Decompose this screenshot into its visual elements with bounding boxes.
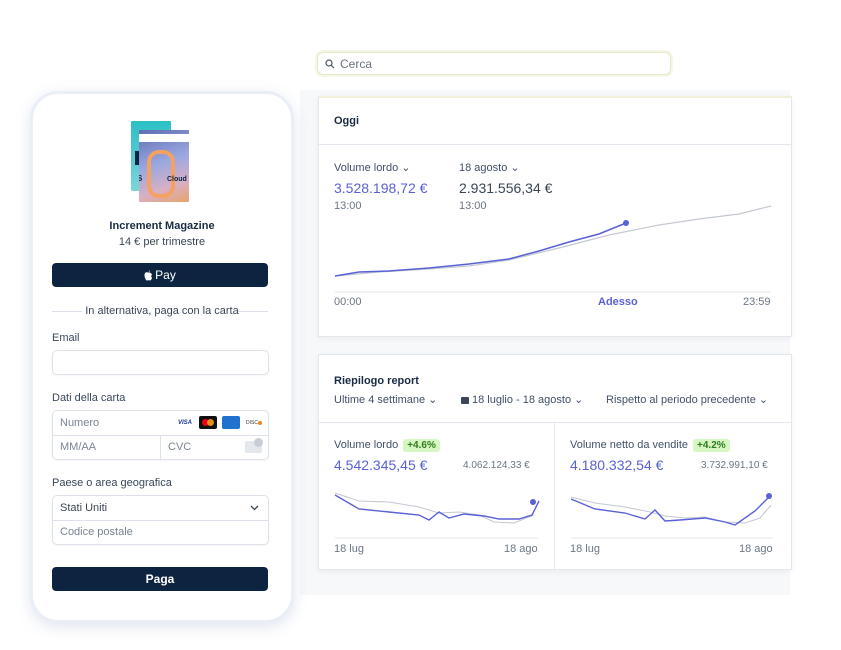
now-point bbox=[623, 220, 629, 226]
date-range-filter[interactable]: 18 luglio - 18 agosto ⌄ bbox=[461, 393, 583, 406]
chevron-down-icon: ⌄ bbox=[758, 394, 769, 406]
product-name: Increment Magazine bbox=[109, 220, 215, 232]
pay-button[interactable]: Paga bbox=[52, 567, 268, 591]
card-label: Dati della carta bbox=[52, 392, 126, 404]
net-sparkline bbox=[570, 493, 773, 539]
chevron-down-icon: ⌄ bbox=[401, 162, 411, 174]
axis-end-label: 23:59 bbox=[743, 296, 771, 308]
visa-icon: VISA bbox=[177, 419, 192, 426]
apple-pay-label: Pay bbox=[155, 268, 176, 282]
today-card: Oggi Volume lordo ⌄ 3.528.198,72 € 13:00… bbox=[318, 96, 792, 337]
cover-word-cloud: Cloud bbox=[167, 176, 187, 183]
country-label: Paese o area geografica bbox=[52, 477, 172, 489]
divider bbox=[319, 422, 791, 423]
panel-gross-value: 4.542.345,45 € bbox=[334, 457, 428, 473]
cover-word-s: S bbox=[139, 174, 143, 183]
email-label: Email bbox=[52, 332, 80, 344]
card-number-input[interactable]: Numero bbox=[60, 417, 99, 429]
divider-line-right bbox=[238, 311, 268, 312]
metric-selector-gross[interactable]: Volume lordo ⌄ bbox=[334, 161, 411, 174]
card-fields: Numero VISA DISC MM/AA CVC bbox=[52, 410, 269, 460]
compare-line bbox=[334, 205, 772, 277]
apple-pay-button[interactable]: Pay bbox=[52, 263, 268, 287]
panel-gross-x-start: 18 lug bbox=[334, 543, 364, 555]
report-summary-card: Riepilogo report Ultime 4 settimane ⌄ 18… bbox=[318, 354, 792, 570]
growth-badge: +4.6% bbox=[403, 439, 440, 452]
email-field[interactable] bbox=[52, 350, 269, 375]
compare-value: 2.931.556,34 € bbox=[459, 180, 553, 196]
panel-net-label: Volume netto da vendite +4.2% bbox=[570, 439, 730, 452]
checkout-phone: S Cloud Increment Magazine 14 € per trim… bbox=[30, 91, 294, 623]
postal-code-input[interactable]: Codice postale bbox=[60, 526, 133, 538]
today-line bbox=[334, 222, 627, 277]
panel-gross-x-end: 18 ago bbox=[504, 543, 538, 555]
today-gross-value: 3.528.198,72 € bbox=[334, 180, 428, 196]
country-select[interactable]: Stati Uniti bbox=[60, 502, 107, 514]
chevron-down-icon: ⌄ bbox=[428, 394, 438, 406]
today-title: Oggi bbox=[334, 115, 360, 127]
amex-icon bbox=[222, 416, 240, 429]
report-title: Riepilogo report bbox=[334, 375, 419, 387]
divider bbox=[319, 144, 791, 145]
panel-net-value: 4.180.332,54 € bbox=[570, 457, 664, 473]
cvc-input[interactable]: CVC bbox=[168, 441, 191, 453]
calendar-icon bbox=[461, 396, 469, 404]
period-filter[interactable]: Ultime 4 settimane ⌄ bbox=[334, 393, 437, 406]
address-fields: Stati Uniti Codice postale bbox=[52, 495, 269, 545]
chevron-down-icon: ⌄ bbox=[510, 162, 520, 174]
apple-icon bbox=[144, 270, 153, 280]
search-placeholder: Cerca bbox=[340, 56, 373, 71]
magazine-cover-front: S Cloud bbox=[139, 130, 189, 202]
compare-date-selector[interactable]: 18 agosto ⌄ bbox=[459, 161, 520, 174]
cvc-card-icon bbox=[245, 438, 263, 453]
panel-gross-label: Volume lordo +4.6% bbox=[334, 439, 440, 452]
search-bar[interactable]: Cerca bbox=[317, 52, 671, 75]
growth-badge: +4.2% bbox=[693, 439, 730, 452]
mastercard-icon bbox=[199, 416, 217, 429]
chevron-down-icon bbox=[250, 505, 259, 511]
today-line-chart bbox=[334, 205, 772, 293]
gross-sparkline bbox=[334, 492, 540, 539]
expiry-input[interactable]: MM/AA bbox=[60, 441, 96, 453]
discover-icon: DISC bbox=[244, 416, 264, 429]
panel-gross-prev: 4.062.124,33 € bbox=[463, 460, 530, 471]
chevron-down-icon: ⌄ bbox=[574, 394, 584, 406]
compare-filter[interactable]: Rispetto al periodo precedente ⌄ bbox=[606, 393, 768, 406]
product-price: 14 € per trimestre bbox=[118, 236, 206, 248]
panel-net-x-start: 18 lug bbox=[570, 543, 600, 555]
search-icon bbox=[325, 58, 335, 68]
panel-net-x-end: 18 ago bbox=[739, 543, 773, 555]
panel-net-prev: 3.732.991,10 € bbox=[701, 460, 768, 471]
axis-start-label: 00:00 bbox=[334, 296, 362, 308]
axis-now-label: Adesso bbox=[598, 296, 638, 308]
